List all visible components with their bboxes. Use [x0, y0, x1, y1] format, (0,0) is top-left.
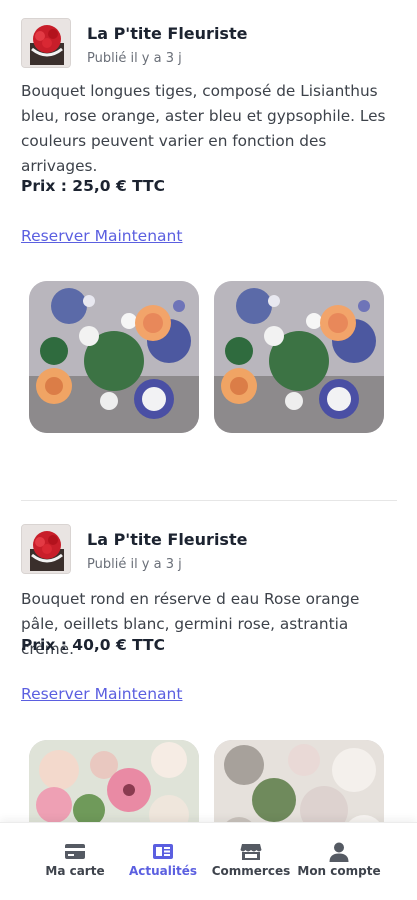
nav-label: Mon compte [297, 864, 381, 878]
nav-item-ma-carte[interactable]: Ma carte [35, 823, 115, 900]
post-price: Prix : 25,0 € TTC [21, 177, 166, 195]
news-icon [153, 844, 173, 859]
shop-avatar[interactable] [21, 18, 71, 68]
nav-item-mon-compte[interactable]: Mon compte [296, 823, 382, 900]
post-card: La P'tite Fleuriste Publié il y a 3 j Bo… [0, 520, 417, 880]
post-header: La P'tite Fleuriste Publié il y a 3 j [0, 520, 417, 580]
reserve-now-link[interactable]: Reserver Maintenant [21, 685, 182, 703]
posted-time: Publié il y a 3 j [87, 51, 182, 66]
user-icon [329, 842, 349, 862]
store-icon [240, 844, 262, 860]
nav-label: Actualités [128, 864, 198, 878]
nav-label: Ma carte [45, 864, 105, 878]
shop-name[interactable]: La P'tite Fleuriste [87, 530, 247, 549]
post-header: La P'tite Fleuriste Publié il y a 3 j [0, 14, 417, 74]
post-divider [21, 500, 397, 501]
shop-name[interactable]: La P'tite Fleuriste [87, 24, 247, 43]
posted-time: Publié il y a 3 j [87, 557, 182, 572]
nav-label: Commerces [211, 864, 291, 878]
post-price: Prix : 40,0 € TTC [21, 636, 166, 654]
reserve-now-link[interactable]: Reserver Maintenant [21, 227, 182, 245]
card-icon [65, 844, 85, 859]
nav-item-actualites[interactable]: Actualités [122, 823, 204, 900]
news-feed[interactable]: La P'tite Fleuriste Publié il y a 3 j Bo… [0, 0, 417, 900]
bouquet-photo[interactable] [29, 281, 199, 433]
bottom-navigation: Ma carte Actualités Commerces Mon compte [0, 822, 417, 900]
post-description: Bouquet longues tiges, composé de Lisian… [21, 82, 386, 175]
shop-avatar[interactable] [21, 524, 71, 574]
nav-item-commerces[interactable]: Commerces [210, 823, 292, 900]
post-card: La P'tite Fleuriste Publié il y a 3 j Bo… [0, 14, 417, 433]
bouquet-photo[interactable] [214, 281, 384, 433]
